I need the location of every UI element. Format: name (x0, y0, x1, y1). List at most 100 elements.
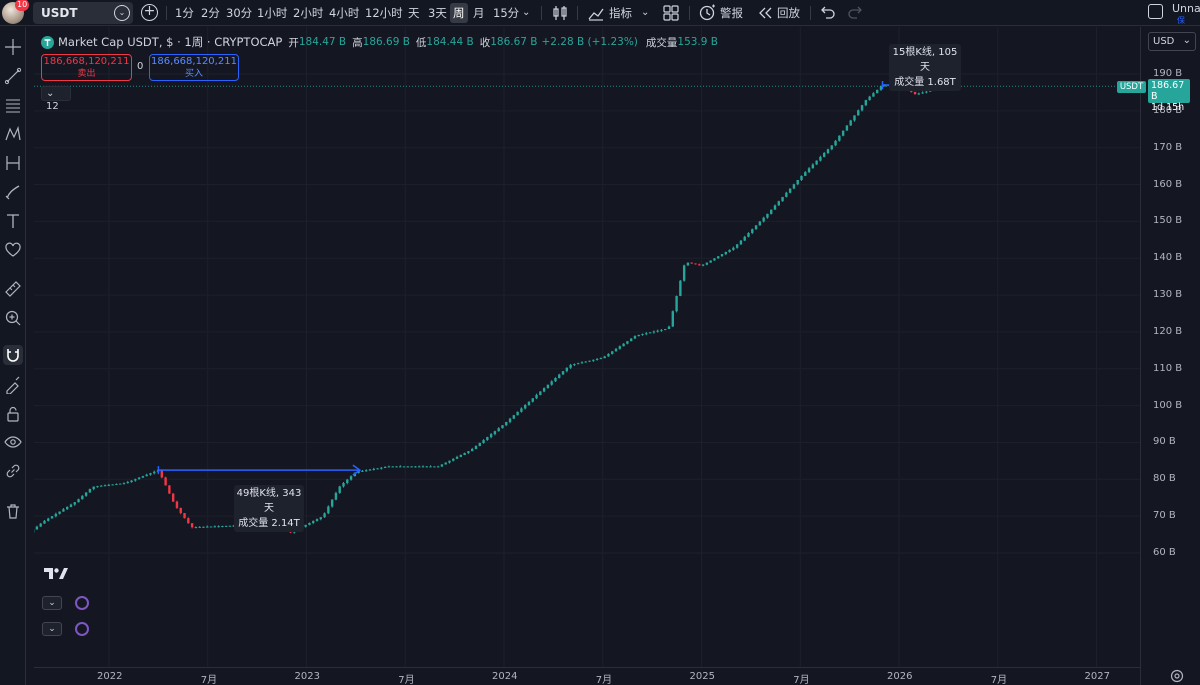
price-tick-label: 110 B (1153, 362, 1183, 374)
ruler-icon[interactable] (3, 279, 23, 299)
user-name[interactable]: Unna (1172, 2, 1200, 15)
candle-body (399, 466, 402, 468)
interval-button[interactable]: 天 (405, 3, 423, 23)
candle-body (523, 405, 527, 409)
interval-button[interactable]: 3天 (425, 3, 450, 23)
candle-body (459, 454, 463, 457)
indicator-collapse-button[interactable]: ⌄ (42, 596, 62, 610)
indicator-collapse-button[interactable]: ⌄ (42, 622, 62, 636)
interval-button[interactable]: 2分 (198, 3, 223, 23)
interval-button[interactable]: 4小时 (326, 3, 362, 23)
candle-body (436, 466, 440, 468)
interval-button[interactable]: 1分 (172, 3, 197, 23)
candle-body (327, 506, 330, 514)
candle-body (168, 485, 171, 494)
candlestick-series (34, 84, 947, 534)
candle-body (330, 499, 334, 507)
candle-body (860, 105, 864, 111)
indicators-icon[interactable] (587, 4, 605, 22)
candle-body (773, 205, 777, 210)
indicator-refresh-icon[interactable] (75, 596, 89, 610)
toolbar-divider (577, 6, 578, 20)
alert-button[interactable]: 警报 (720, 3, 743, 23)
replay-button[interactable]: 回放 (777, 3, 800, 23)
interval-button[interactable]: 30分 (223, 3, 255, 23)
candle-body (720, 254, 724, 257)
currency-select[interactable]: USD ⌄ (1148, 32, 1196, 51)
forecast-tool-icon[interactable] (3, 153, 23, 173)
open-value: 184.47 B (298, 36, 347, 48)
buy-button[interactable]: 186,668,120,211 买入 (149, 54, 239, 81)
heart-icon[interactable] (3, 240, 23, 260)
fib-retracement-icon[interactable] (3, 95, 23, 115)
candle-body (342, 483, 345, 487)
zoom-in-icon[interactable] (3, 308, 23, 328)
interval-button[interactable]: 1小时 (254, 3, 290, 23)
price-chart[interactable] (34, 27, 1140, 667)
candle-body (853, 115, 856, 121)
candle-body (857, 110, 860, 116)
time-tick-label: 7月 (398, 675, 415, 685)
price-axis[interactable] (1140, 27, 1200, 685)
pattern-tool-icon[interactable] (3, 124, 23, 144)
toolbar-divider (689, 6, 690, 20)
candle-body (221, 526, 224, 528)
interval-button[interactable]: 月 (470, 3, 488, 23)
price-tick-label: 170 B (1153, 141, 1183, 153)
candle-body (452, 458, 455, 461)
candle-body (141, 476, 145, 478)
alert-clock-icon[interactable] (698, 4, 716, 22)
time-tick-label: 2023 (294, 671, 320, 682)
candle-body (679, 280, 682, 296)
interval-button[interactable]: 2小时 (290, 3, 326, 23)
candle-body (39, 523, 42, 527)
trash-icon[interactable] (3, 501, 23, 521)
interval-dropdown-icon[interactable]: ⌄ (522, 3, 530, 23)
candle-body (406, 466, 410, 468)
lock-drawings-icon[interactable] (3, 375, 23, 395)
text-tool-icon[interactable] (3, 211, 23, 231)
lock-icon[interactable] (3, 404, 23, 424)
candle-body (118, 483, 122, 485)
candle-body (614, 348, 618, 352)
candle-body (387, 466, 391, 468)
indicator-refresh-icon[interactable] (75, 622, 89, 636)
add-symbol-icon[interactable]: + (141, 4, 158, 21)
measure-label: 49根K线, 343天 成交量 2.14T (234, 485, 304, 532)
legend-collapse-button[interactable]: ⌄ 12 (41, 86, 71, 112)
crosshair-icon[interactable] (3, 37, 23, 57)
candle-body (312, 521, 315, 523)
candlestick-type-icon[interactable] (551, 4, 569, 22)
candle-body (149, 473, 152, 475)
magnet-icon[interactable] (3, 345, 23, 365)
toolbar-divider (541, 6, 542, 20)
redo-icon[interactable] (847, 4, 865, 22)
fullscreen-icon[interactable] (1148, 4, 1163, 19)
settings-gear-icon[interactable] (1170, 669, 1184, 683)
candle-body (96, 486, 99, 488)
candle-body (603, 356, 606, 359)
candle-body (648, 332, 652, 334)
link-icon[interactable] (3, 461, 23, 481)
user-subtitle: 保 (1177, 16, 1185, 25)
replay-icon[interactable] (756, 4, 774, 22)
layout-grid-icon[interactable] (662, 4, 680, 22)
trend-line-icon[interactable] (3, 66, 23, 86)
sell-button[interactable]: 186,668,120,211 卖出 (41, 54, 132, 81)
symbol-menu-icon[interactable]: ⌄ (114, 5, 130, 21)
indicators-button[interactable]: 指标 (609, 3, 632, 23)
candle-body (126, 482, 129, 484)
candle-body (482, 440, 485, 444)
undo-icon[interactable] (818, 4, 836, 22)
interval-button[interactable]: 12小时 (362, 3, 406, 23)
candle-body (754, 225, 758, 230)
candle-body (641, 334, 644, 336)
interval-button[interactable]: 15分 (490, 3, 522, 23)
indicators-dropdown-icon[interactable]: ⌄ (641, 3, 649, 23)
symbol-label: USDT (41, 6, 78, 20)
eye-icon[interactable] (3, 432, 23, 452)
candle-body (622, 343, 625, 347)
interval-button[interactable]: 周 (450, 3, 468, 23)
candle-body (762, 217, 765, 222)
brush-icon[interactable] (3, 182, 23, 202)
